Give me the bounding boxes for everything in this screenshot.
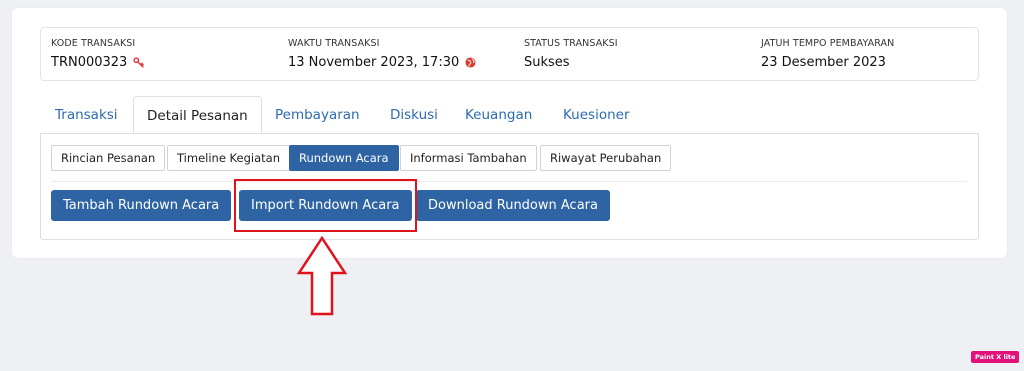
waktu-transaksi-value: 13 November 2023, 17:30 — [288, 55, 476, 70]
globe-icon[interactable] — [465, 57, 476, 68]
kode-transaksi-label: KODE TRANSAKSI — [51, 38, 136, 49]
jatuh-tempo-label: JATUH TEMPO PEMBAYARAN — [761, 38, 895, 49]
subtab-rincian-pesanan[interactable]: Rincian Pesanan — [51, 145, 166, 171]
kode-transaksi-value: TRN000323 — [51, 55, 145, 70]
waktu-transaksi-text: 13 November 2023, 17:30 — [288, 55, 460, 70]
tab-transaksi[interactable]: Transaksi — [55, 96, 118, 134]
tab-keuangan[interactable]: Keuangan — [465, 96, 532, 134]
tab-kuesioner[interactable]: Kuesioner — [563, 96, 630, 134]
tab-pembayaran[interactable]: Pembayaran — [275, 96, 360, 134]
detail-pesanan-panel: Rincian Pesanan Timeline Kegiatan Rundow… — [40, 133, 979, 240]
key-icon[interactable] — [133, 57, 145, 68]
tab-diskusi[interactable]: Diskusi — [390, 96, 438, 134]
main-tabs: Transaksi Detail Pesanan Pembayaran Disk… — [40, 96, 979, 135]
paint-x-lite-badge: Paint X lite — [971, 351, 1020, 363]
status-transaksi-label: STATUS TRANSAKSI — [524, 38, 618, 49]
import-rundown-button[interactable]: Import Rundown Acara — [239, 190, 412, 221]
subtab-rundown-acara[interactable]: Rundown Acara — [289, 145, 399, 171]
subtab-informasi-tambahan[interactable]: Informasi Tambahan — [400, 145, 537, 171]
jatuh-tempo-value: 23 Desember 2023 — [761, 55, 886, 70]
subtab-riwayat-perubahan[interactable]: Riwayat Perubahan — [540, 145, 672, 171]
transaction-summary: KODE TRANSAKSI TRN000323 WAKTU TRANSAKSI… — [40, 27, 979, 81]
status-transaksi-value: Sukses — [524, 55, 570, 70]
waktu-transaksi-label: WAKTU TRANSAKSI — [288, 38, 380, 49]
tab-detail-pesanan[interactable]: Detail Pesanan — [133, 96, 262, 135]
subtab-timeline-kegiatan[interactable]: Timeline Kegiatan — [167, 145, 290, 171]
kode-transaksi-text: TRN000323 — [51, 55, 128, 70]
download-rundown-button[interactable]: Download Rundown Acara — [416, 190, 610, 221]
panel-divider — [51, 181, 967, 182]
annotation-up-arrow-icon — [296, 236, 348, 316]
tambah-rundown-button[interactable]: Tambah Rundown Acara — [51, 190, 232, 221]
